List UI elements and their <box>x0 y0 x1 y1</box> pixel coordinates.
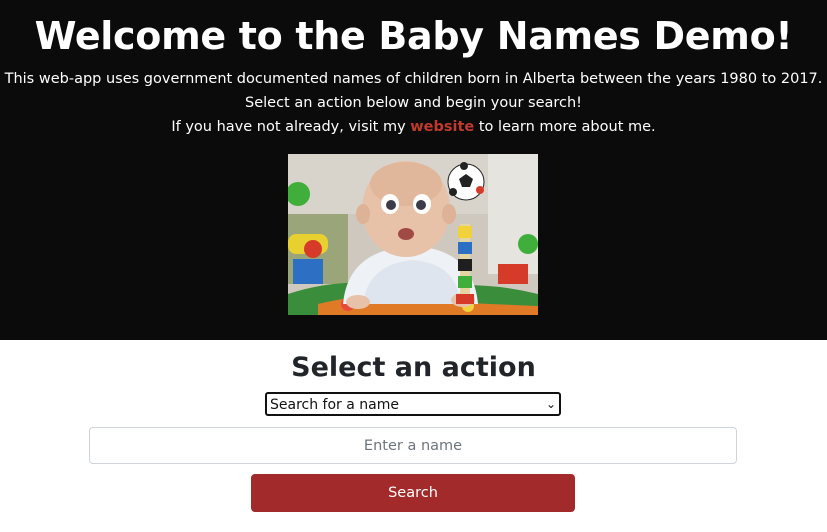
hero-website-line: If you have not already, visit my websit… <box>0 117 827 137</box>
chevron-down-icon: ⌄ <box>545 397 556 411</box>
page-title: Welcome to the Baby Names Demo! <box>34 14 793 58</box>
hero-website-suffix: to learn more about me. <box>474 119 656 135</box>
action-select-value: Search for a name <box>270 397 399 413</box>
search-button[interactable]: Search <box>251 474 575 512</box>
action-section-title: Select an action <box>291 352 536 383</box>
hero-website-prefix: If you have not already, visit my <box>171 119 411 135</box>
name-search-input[interactable] <box>89 427 737 464</box>
hero-banner: Welcome to the Baby Names Demo! This web… <box>0 0 827 340</box>
website-link[interactable]: website <box>410 119 474 135</box>
baby-image <box>288 154 538 315</box>
hero-description: This web-app uses government documented … <box>4 71 823 87</box>
hero-instruction: Select an action below and begin your se… <box>245 95 582 111</box>
action-select[interactable]: Search for a name ⌄ <box>265 392 561 416</box>
baby-illustration <box>288 154 538 315</box>
